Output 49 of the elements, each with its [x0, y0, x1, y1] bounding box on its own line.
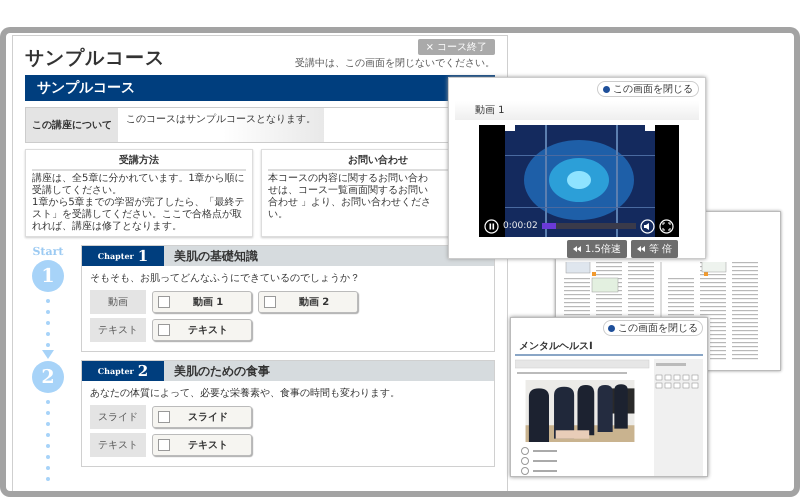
time-display: 0:00:02: [503, 221, 538, 231]
dot-icon: [608, 324, 615, 332]
about-label: この講座について: [26, 108, 118, 142]
radio-button[interactable]: [521, 467, 529, 475]
step-circle: 2: [32, 361, 64, 393]
volume-icon[interactable]: [640, 218, 655, 234]
chapter-description: あなたの体質によって、必要な栄養素や、食事の時間も変わります。: [89, 386, 401, 401]
rewind-icon: [636, 246, 645, 252]
rewind-icon: [572, 246, 581, 252]
row-label: テキスト: [90, 318, 146, 342]
video-title: 動画 1: [475, 105, 505, 116]
answer-text-drawing: [533, 470, 557, 472]
answer-text-drawing: [533, 460, 557, 462]
chapter-word: Chapter: [98, 251, 134, 261]
course-title: サンプルコース: [25, 46, 165, 71]
radio-button[interactable]: [521, 447, 529, 455]
notice-text: 受講中は、この画面を閉じないでください。: [295, 56, 495, 70]
speed-button[interactable]: 等 倍: [630, 240, 678, 258]
info-text: 本コースの内容に関するお問い合わせは、コース一覧画面関するお問い合わせ 」より、お問い合わせください。: [268, 173, 432, 221]
radio-button[interactable]: [521, 457, 529, 465]
quiz-title: メンタルヘルスⅠ: [515, 338, 703, 356]
close-icon: ×: [426, 42, 434, 52]
course-banner: サンプルコース: [25, 75, 495, 101]
pause-icon[interactable]: [484, 218, 499, 234]
info-title: 受講方法: [32, 153, 246, 171]
lesson-button[interactable]: 動画 1: [152, 291, 252, 313]
down-arrow-icon: [42, 350, 54, 359]
lesson-button[interactable]: 動画 2: [258, 291, 358, 313]
chapter-title: 美肌の基礎知識: [173, 248, 258, 264]
chapter-word: Chapter: [98, 366, 134, 376]
close-window-button[interactable]: この画面を閉じる: [597, 81, 699, 97]
chapter-description: そもそも、お肌ってどんなふうにできているのでしょうか？: [89, 272, 361, 286]
lesson-button[interactable]: テキスト: [152, 319, 252, 341]
info-text: 講座は、全5章に分かれています。1章から順に受講してください。 1章から5章までの学習が完了したら、「最終テスト」を受講してください。ここで合格点が取れれば、講座は修了となります。: [32, 173, 246, 233]
chapter-number: 1: [138, 247, 148, 265]
speed-button[interactable]: 1.5倍速: [566, 240, 627, 258]
row-label: スライド: [90, 405, 146, 429]
close-window-button[interactable]: この画面を閉じる: [603, 320, 703, 336]
chapter-number: 2: [138, 362, 148, 380]
answer-text-drawing: [533, 450, 557, 452]
fullscreen-icon[interactable]: [659, 218, 674, 234]
row-label: 動画: [90, 290, 146, 314]
chapter-title: 美肌のための食事: [173, 362, 270, 380]
row-label: テキスト: [90, 433, 146, 457]
dot-icon: [603, 86, 610, 92]
lesson-button[interactable]: スライド: [152, 406, 252, 428]
step-circle: 1: [32, 260, 64, 292]
lesson-button[interactable]: テキスト: [152, 434, 252, 456]
start-label: Start: [32, 245, 64, 258]
